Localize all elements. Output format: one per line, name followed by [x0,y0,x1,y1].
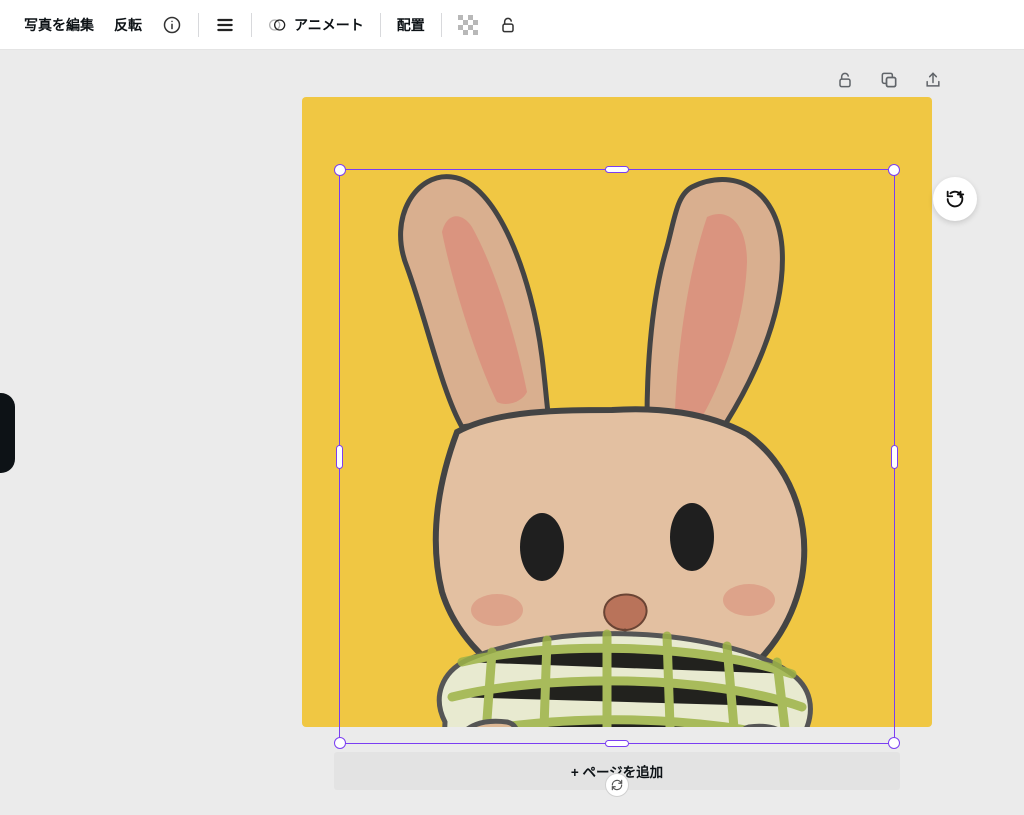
resize-handle-nw[interactable] [334,164,346,176]
transparency-button[interactable] [448,0,488,50]
animate-icon [268,15,288,35]
duplicate-page-button[interactable] [878,69,900,91]
edit-photo-button[interactable]: 写真を編集 [14,0,104,50]
info-button[interactable] [152,0,192,50]
sync-icon [610,778,624,792]
toolbar-separator [441,13,442,37]
share-page-button[interactable] [922,69,944,91]
resize-handle-se[interactable] [888,737,900,749]
animate-button[interactable]: アニメート [258,0,374,50]
duplicate-icon [879,70,899,90]
position-label: 配置 [397,15,425,35]
floating-action-button[interactable] [933,177,977,221]
resize-handle-sw[interactable] [334,737,346,749]
toolbar-separator [251,13,252,37]
edit-photo-label: 写真を編集 [24,15,94,35]
position-button[interactable]: 配置 [387,0,435,50]
sync-button[interactable] [605,773,629,797]
list-icon [215,15,235,35]
page-lock-button[interactable] [834,69,856,91]
toolbar-separator [380,13,381,37]
upload-icon [923,70,943,90]
toolbar-separator [198,13,199,37]
resize-handle-ne[interactable] [888,164,900,176]
refresh-plus-icon [944,188,966,210]
transparency-icon [458,15,478,35]
canvas-background [302,97,932,727]
expand-sidepanel-handle[interactable] [0,393,15,473]
canvas[interactable] [302,97,932,727]
unlock-icon [498,15,518,35]
context-toolbar: 写真を編集 反転 アニメート 配置 [0,0,1024,50]
flip-label: 反転 [114,15,142,35]
resize-handle-w[interactable] [336,445,343,469]
animate-label: アニメート [294,15,364,35]
list-button[interactable] [205,0,245,50]
page-actions [834,69,944,91]
workspace: + ページを追加 [0,50,1024,815]
unlock-icon [835,70,855,90]
lock-button[interactable] [488,0,528,50]
resize-handle-e[interactable] [891,445,898,469]
resize-handle-s[interactable] [605,740,629,747]
flip-button[interactable]: 反転 [104,0,152,50]
resize-handle-n[interactable] [605,166,629,173]
info-icon [162,15,182,35]
selected-image[interactable] [347,162,887,727]
